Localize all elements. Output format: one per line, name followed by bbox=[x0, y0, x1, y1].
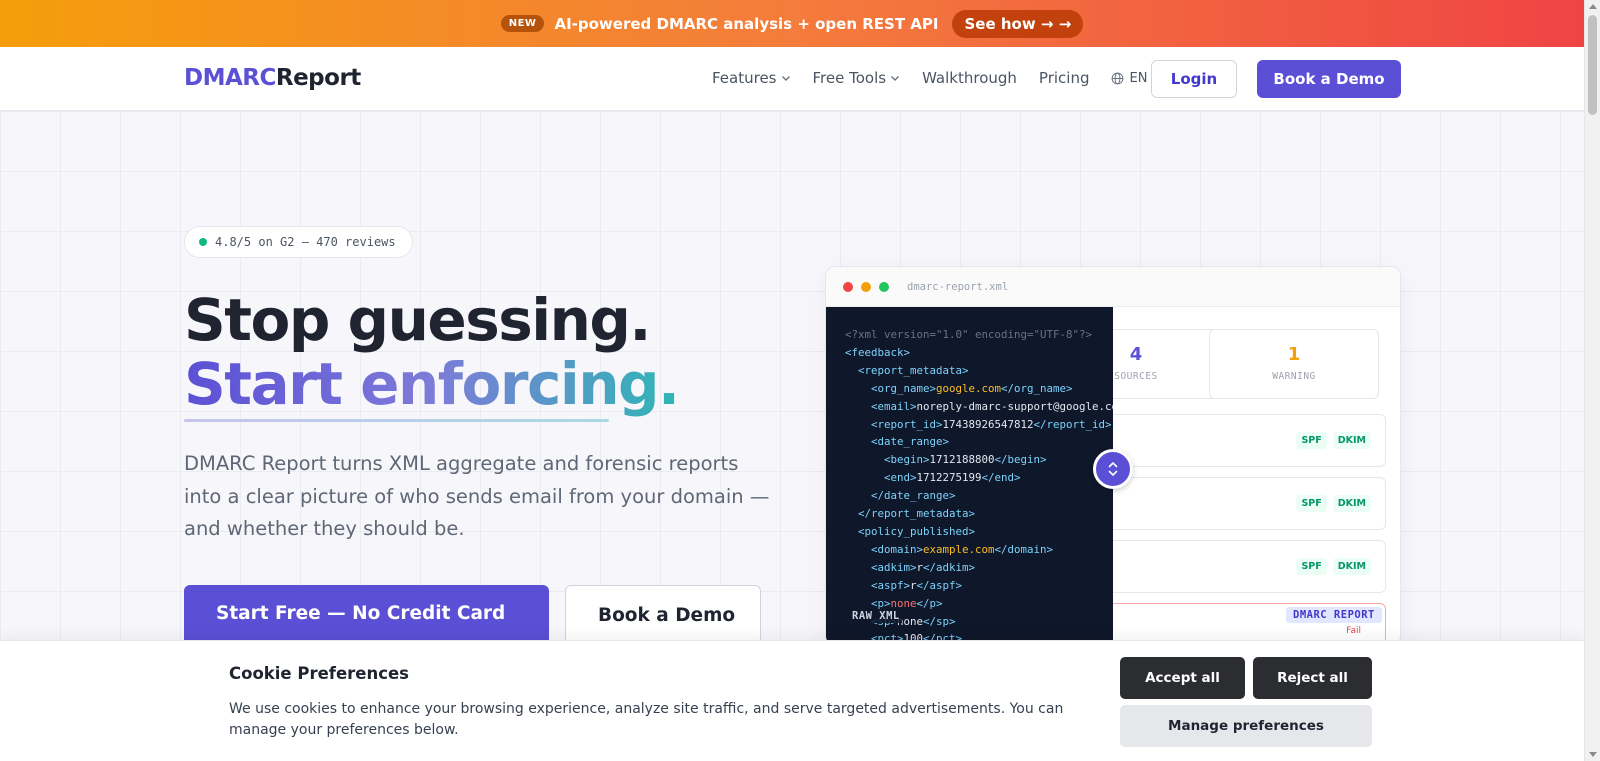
page-scrollbar[interactable] bbox=[1584, 0, 1600, 761]
announcement-bar: NEW AI-powered DMARC analysis + open RES… bbox=[0, 0, 1584, 47]
nav-free-tools[interactable]: Free Tools bbox=[813, 69, 901, 87]
dkim-tag: DKIM bbox=[1332, 558, 1371, 575]
book-demo-button[interactable]: Book a Demo bbox=[1257, 60, 1401, 98]
announcement-text: AI-powered DMARC analysis + open REST AP… bbox=[554, 14, 939, 33]
hero-title-line2: Start enforcing. bbox=[184, 350, 680, 418]
main-nav: Features Free Tools Walkthrough Pricing … bbox=[712, 69, 1147, 87]
spf-tag: SPF bbox=[1296, 495, 1327, 512]
hero-title-line1: Stop guessing. bbox=[184, 286, 651, 354]
hero-description: DMARC Report turns XML aggregate and for… bbox=[184, 452, 770, 540]
source-row: SPF DKIM bbox=[1096, 414, 1386, 467]
globe-icon bbox=[1112, 72, 1124, 84]
minimize-dot bbox=[861, 281, 871, 292]
logo[interactable]: DMARCReport bbox=[184, 65, 361, 91]
report-preview-window: dmarc-report.xml 4 SOURCES 1 WARNING SPF… bbox=[825, 266, 1401, 646]
status-dot bbox=[199, 238, 207, 246]
dmarc-report-label: DMARC REPORT bbox=[1286, 607, 1382, 623]
stat-warning: 1 WARNING bbox=[1209, 329, 1379, 399]
fail-label: Fail bbox=[1346, 626, 1361, 636]
source-row: SPF DKIM bbox=[1096, 477, 1386, 530]
rating-badge: 4.8/5 on G2 — 470 reviews bbox=[184, 226, 413, 258]
nav-features[interactable]: Features bbox=[712, 69, 791, 87]
site-header: DMARCReport Features Free Tools Walkthro… bbox=[0, 47, 1584, 111]
chevron-down-icon bbox=[891, 76, 900, 81]
dkim-tag: DKIM bbox=[1332, 495, 1371, 512]
spf-tag: SPF bbox=[1296, 432, 1327, 449]
source-row: SPF DKIM bbox=[1096, 540, 1386, 593]
cookie-banner: Cookie Preferences We use cookies to enh… bbox=[0, 640, 1584, 761]
cookie-text: We use cookies to enhance your browsing … bbox=[229, 701, 1064, 738]
compare-slider-handle[interactable] bbox=[1093, 449, 1133, 489]
login-button[interactable]: Login bbox=[1151, 60, 1237, 98]
window-filename: dmarc-report.xml bbox=[907, 280, 1009, 293]
raw-xml-panel: <?xml version="1.0" encoding="UTF-8"?> <… bbox=[826, 307, 1113, 645]
start-free-button[interactable]: Start Free — No Credit Card bbox=[184, 585, 549, 645]
close-dot bbox=[843, 281, 853, 292]
window-titlebar: dmarc-report.xml bbox=[826, 267, 1400, 307]
title-underline bbox=[184, 419, 609, 422]
scrollbar-thumb[interactable] bbox=[1588, 15, 1597, 115]
see-how-button[interactable]: See how → → bbox=[952, 9, 1084, 38]
manage-preferences-button[interactable]: Manage preferences bbox=[1120, 705, 1372, 747]
expand-vertical-icon bbox=[1108, 462, 1118, 476]
new-badge: NEW bbox=[500, 15, 545, 32]
chevron-down-icon bbox=[781, 76, 790, 81]
nav-pricing[interactable]: Pricing bbox=[1039, 69, 1090, 87]
reject-all-button[interactable]: Reject all bbox=[1253, 657, 1372, 699]
raw-xml-label: RAW XML bbox=[850, 609, 902, 623]
maximize-dot bbox=[879, 281, 889, 292]
accept-all-button[interactable]: Accept all bbox=[1120, 657, 1245, 699]
spf-tag: SPF bbox=[1296, 558, 1327, 575]
scroll-up-icon[interactable] bbox=[1589, 4, 1597, 9]
scroll-down-icon[interactable] bbox=[1589, 752, 1597, 757]
book-demo-secondary-button[interactable]: Book a Demo bbox=[565, 585, 761, 645]
language-selector[interactable]: EN bbox=[1111, 71, 1147, 86]
cookie-title: Cookie Preferences bbox=[229, 664, 410, 683]
dkim-tag: DKIM bbox=[1332, 432, 1371, 449]
nav-walkthrough[interactable]: Walkthrough bbox=[922, 69, 1017, 87]
